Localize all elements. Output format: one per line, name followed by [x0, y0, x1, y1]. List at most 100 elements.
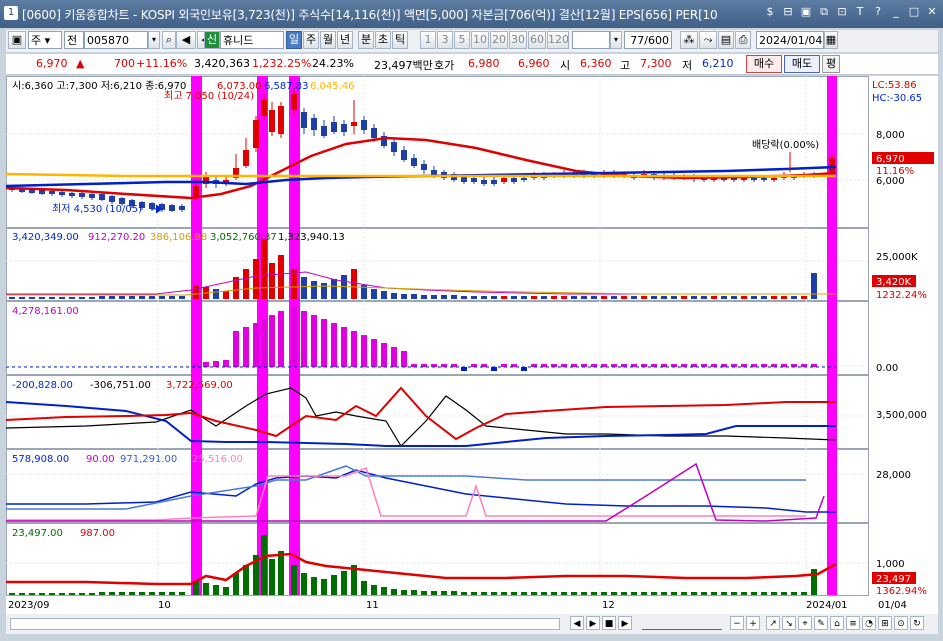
zoom-slider[interactable]: [642, 617, 722, 630]
date-input[interactable]: 2024/01/04: [756, 31, 824, 49]
chart-bottom-bar: ◀ ▶ ■ ▶ − + ↗ ↘ ⌖ ✎ ⌂ ≡ ◔ ⊞ ⊙ ↻: [6, 614, 938, 634]
volume-bar: [441, 295, 447, 299]
tool-8-icon[interactable]: ⊞: [878, 616, 892, 630]
period-day[interactable]: 일: [286, 31, 302, 49]
volume-bar: [69, 297, 75, 299]
tool-5-icon[interactable]: ⌂: [830, 616, 844, 630]
amount-bar: [203, 583, 209, 595]
volume-bar: [681, 296, 687, 299]
speaker-icon[interactable]: ◀: [176, 31, 196, 49]
foreign-bar: [381, 343, 387, 367]
period-second[interactable]: 초: [375, 31, 391, 49]
candle: [169, 204, 175, 212]
volume-bar: [193, 285, 199, 299]
high-label: 고: [620, 59, 631, 72]
volume-bar: [109, 296, 115, 299]
period-minute[interactable]: 분: [358, 31, 374, 49]
ruler-icon[interactable]: ⊟: [781, 5, 795, 19]
close-icon[interactable]: ✕: [925, 5, 939, 19]
compare-icon[interactable]: ⤳: [699, 31, 717, 49]
minimize-icon[interactable]: _: [889, 5, 903, 19]
amount-bar: [531, 592, 537, 595]
code-dropdown-icon[interactable]: ▾: [148, 31, 160, 49]
amount-bar: [341, 571, 347, 595]
scroll-right-icon[interactable]: ▶: [618, 616, 632, 630]
zoom-out-icon[interactable]: −: [730, 616, 744, 630]
tool-4-icon[interactable]: ✎: [814, 616, 828, 630]
period-week[interactable]: 주: [303, 31, 319, 49]
period-tick[interactable]: 틱: [392, 31, 408, 49]
custom-interval-dropdown-icon[interactable]: ▾: [610, 31, 622, 49]
volume-bar: [451, 295, 457, 299]
tool-7-icon[interactable]: ◔: [862, 616, 876, 630]
chart-settings-icon[interactable]: ▣: [8, 31, 26, 49]
calendar-icon[interactable]: ▦: [824, 31, 838, 49]
search-icon[interactable]: ⌕: [162, 31, 176, 49]
volume-bar: [401, 294, 407, 299]
interval-120[interactable]: 120: [547, 31, 569, 49]
tool-9-icon[interactable]: ⊙: [894, 616, 908, 630]
interval-10[interactable]: 10: [471, 31, 489, 49]
chart-svg[interactable]: 시:6,360 고:7,300 저:6,210 종:6,970 6,073.00…: [5, 76, 938, 616]
amount-bar: [561, 592, 567, 595]
period-month[interactable]: 월: [320, 31, 336, 49]
link-icon[interactable]: ⊡: [835, 5, 849, 19]
tool-3-icon[interactable]: ⌖: [798, 616, 812, 630]
volume-bar: [711, 296, 717, 299]
indicator-icon[interactable]: ⁂: [680, 31, 698, 49]
maximize-icon[interactable]: □: [907, 5, 921, 19]
amount-bar: [261, 535, 267, 595]
buy-button[interactable]: 매수: [746, 55, 782, 73]
stop-icon[interactable]: ■: [602, 616, 616, 630]
interval-1[interactable]: 1: [420, 31, 436, 49]
low-price: 6,210: [702, 57, 734, 70]
high-annotation: 최고 7,050 (10/24): [164, 90, 254, 102]
volume-bar: [421, 295, 427, 299]
tool-10-icon[interactable]: ↻: [910, 616, 924, 630]
interval-5[interactable]: 5: [454, 31, 470, 49]
interval-20[interactable]: 20: [490, 31, 508, 49]
tool-1-icon[interactable]: ↗: [766, 616, 780, 630]
amount-bar: [501, 592, 507, 595]
chart-type-select[interactable]: 주 ▾: [28, 31, 62, 49]
market-select[interactable]: 전: [64, 31, 84, 49]
help-icon[interactable]: ?: [871, 5, 885, 19]
vol-val-1: 3,420,349.00: [12, 232, 79, 243]
amount-val-2: 987.00: [80, 528, 115, 539]
scroll-left-icon[interactable]: ◀: [570, 616, 584, 630]
volume-bar: [661, 296, 667, 299]
print-icon[interactable]: ⎙: [735, 31, 751, 49]
foreign-bar: [223, 360, 229, 367]
custom-interval-input[interactable]: [572, 31, 610, 49]
vol-val-5: 1,323,940.13: [278, 232, 345, 243]
font-icon[interactable]: T: [853, 5, 867, 19]
amount-bar: [441, 591, 447, 595]
amount-bar: [119, 592, 125, 595]
ticker-icon[interactable]: ▣: [799, 5, 813, 19]
period-year[interactable]: 년: [337, 31, 353, 49]
horizontal-scrollbar[interactable]: [10, 618, 560, 630]
amount-bar: [179, 592, 185, 595]
tool-6-icon[interactable]: ≡: [846, 616, 860, 630]
trade-amount: 23,497백만: [374, 59, 433, 72]
last-price-tag-text: 6,970: [876, 154, 905, 165]
interval-60[interactable]: 60: [528, 31, 546, 49]
volume-bar: [521, 296, 527, 299]
tool-2-icon[interactable]: ↘: [782, 616, 796, 630]
chart-area[interactable]: 시:6,360 고:7,300 저:6,210 종:6,970 6,073.00…: [5, 76, 938, 616]
volume-bars: [9, 239, 817, 299]
zoom-in-icon[interactable]: +: [746, 616, 760, 630]
amount-bar: [243, 565, 249, 595]
sell-button[interactable]: 매도: [784, 55, 820, 73]
new-window-icon[interactable]: ⧉: [817, 5, 831, 19]
amount-axis: 1,000: [876, 559, 905, 570]
evaluation-button[interactable]: 평: [822, 55, 840, 73]
interval-30[interactable]: 30: [509, 31, 527, 49]
save-icon[interactable]: ▤: [718, 31, 734, 49]
play-icon[interactable]: ▶: [586, 616, 600, 630]
dollar-icon[interactable]: $: [763, 5, 777, 19]
data-count-field[interactable]: 77/600: [624, 31, 672, 49]
interval-3[interactable]: 3: [437, 31, 453, 49]
stock-code-input[interactable]: 005870: [84, 31, 148, 49]
candle: [491, 176, 497, 186]
